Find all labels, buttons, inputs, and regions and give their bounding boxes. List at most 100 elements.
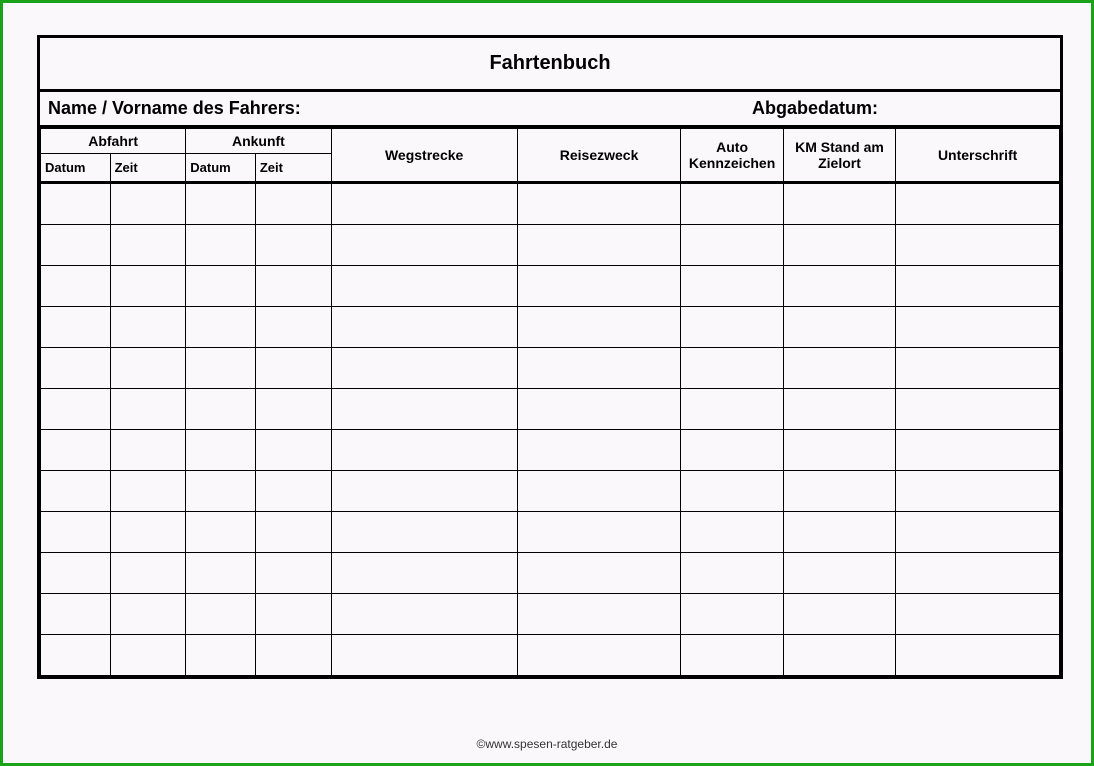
- table-cell: [783, 183, 896, 225]
- document-title: Fahrtenbuch: [40, 38, 1060, 92]
- table-cell: [110, 348, 186, 389]
- table-cell: [186, 635, 256, 676]
- table-cell: [255, 266, 331, 307]
- table-cell: [186, 553, 256, 594]
- table-cell: [681, 225, 783, 266]
- table-cell: [110, 512, 186, 553]
- header-reisezweck: Reisezweck: [517, 129, 681, 183]
- table-cell: [896, 307, 1060, 348]
- header-ankunft-datum: Datum: [186, 154, 256, 183]
- header-kennzeichen: Auto Kennzeichen: [681, 129, 783, 183]
- table-cell: [331, 389, 517, 430]
- table-row: [41, 594, 1060, 635]
- table-cell: [41, 348, 111, 389]
- table-cell: [517, 512, 681, 553]
- table-row: [41, 430, 1060, 471]
- table-cell: [896, 553, 1060, 594]
- table-cell: [186, 183, 256, 225]
- table-cell: [517, 307, 681, 348]
- table-cell: [41, 307, 111, 348]
- table-cell: [331, 553, 517, 594]
- table-row: [41, 512, 1060, 553]
- table-cell: [681, 635, 783, 676]
- table-cell: [110, 430, 186, 471]
- table-cell: [331, 635, 517, 676]
- table-cell: [783, 430, 896, 471]
- table-cell: [681, 471, 783, 512]
- table-cell: [255, 183, 331, 225]
- table-cell: [331, 183, 517, 225]
- header-wegstrecke: Wegstrecke: [331, 129, 517, 183]
- table-cell: [517, 553, 681, 594]
- table-cell: [783, 512, 896, 553]
- table-cell: [331, 348, 517, 389]
- table-cell: [783, 594, 896, 635]
- table-cell: [517, 183, 681, 225]
- table-cell: [783, 225, 896, 266]
- table-cell: [331, 307, 517, 348]
- table-cell: [186, 471, 256, 512]
- table-cell: [110, 594, 186, 635]
- table-cell: [896, 635, 1060, 676]
- table-cell: [896, 225, 1060, 266]
- table-cell: [517, 266, 681, 307]
- header-abfahrt-zeit: Zeit: [110, 154, 186, 183]
- table-cell: [331, 225, 517, 266]
- table-cell: [896, 471, 1060, 512]
- table-cell: [783, 635, 896, 676]
- table-row: [41, 225, 1060, 266]
- header-kmstand: KM Stand am Zielort: [783, 129, 896, 183]
- table-cell: [331, 266, 517, 307]
- table-cell: [783, 389, 896, 430]
- table-cell: [255, 225, 331, 266]
- table-cell: [517, 471, 681, 512]
- table-cell: [681, 348, 783, 389]
- table-cell: [110, 389, 186, 430]
- table-cell: [41, 183, 111, 225]
- table-row: [41, 266, 1060, 307]
- table-cell: [255, 594, 331, 635]
- table-cell: [255, 635, 331, 676]
- table-cell: [783, 553, 896, 594]
- table-cell: [783, 348, 896, 389]
- table-cell: [517, 635, 681, 676]
- table-cell: [41, 512, 111, 553]
- table-cell: [331, 594, 517, 635]
- header-unterschrift: Unterschrift: [896, 129, 1060, 183]
- table-cell: [255, 348, 331, 389]
- table-cell: [110, 307, 186, 348]
- table-cell: [681, 594, 783, 635]
- table-cell: [517, 348, 681, 389]
- table-cell: [896, 389, 1060, 430]
- table-cell: [110, 266, 186, 307]
- logbook-table: Abfahrt Ankunft Wegstrecke Reisezweck Au…: [40, 128, 1060, 676]
- table-cell: [681, 307, 783, 348]
- table-cell: [41, 553, 111, 594]
- header-abfahrt-datum: Datum: [41, 154, 111, 183]
- logbook-body: [41, 183, 1060, 676]
- table-cell: [186, 512, 256, 553]
- table-cell: [255, 430, 331, 471]
- table-cell: [896, 266, 1060, 307]
- table-cell: [110, 553, 186, 594]
- table-cell: [681, 430, 783, 471]
- table-cell: [186, 225, 256, 266]
- table-cell: [783, 307, 896, 348]
- table-cell: [331, 430, 517, 471]
- table-cell: [110, 635, 186, 676]
- table-row: [41, 389, 1060, 430]
- logbook-sheet: Fahrtenbuch Name / Vorname des Fahrers: …: [37, 35, 1063, 679]
- header-ankunft: Ankunft: [186, 129, 331, 154]
- table-row: [41, 553, 1060, 594]
- table-row: [41, 307, 1060, 348]
- table-cell: [110, 183, 186, 225]
- table-cell: [41, 225, 111, 266]
- header-abfahrt: Abfahrt: [41, 129, 186, 154]
- table-row: [41, 183, 1060, 225]
- table-cell: [255, 553, 331, 594]
- table-cell: [186, 594, 256, 635]
- table-cell: [896, 430, 1060, 471]
- meta-row: Name / Vorname des Fahrers: Abgabedatum:: [40, 92, 1060, 128]
- table-cell: [517, 430, 681, 471]
- table-cell: [896, 348, 1060, 389]
